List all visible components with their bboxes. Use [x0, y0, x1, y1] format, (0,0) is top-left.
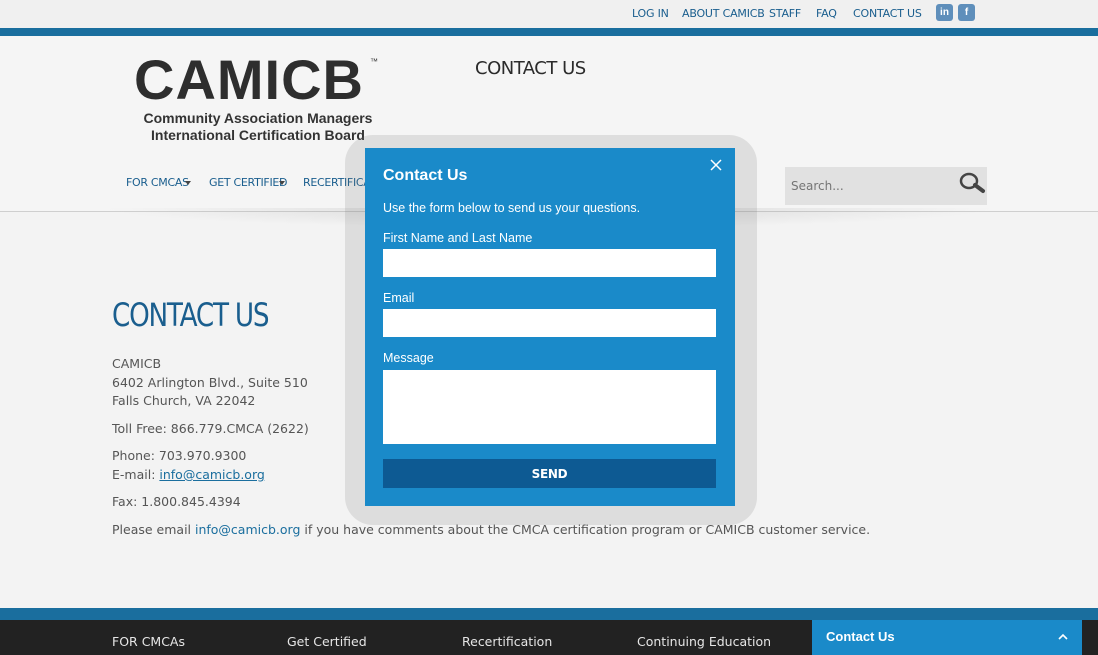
chevron-up-icon[interactable] [1057, 631, 1069, 643]
note-prefix: Please email [112, 522, 195, 537]
search-icon[interactable] [958, 172, 986, 196]
top-bar [0, 0, 1098, 28]
staff-link[interactable]: STAFF [769, 7, 801, 20]
logo-tagline: Community Association Managers Internati… [140, 110, 376, 144]
name-field[interactable] [383, 249, 716, 277]
modal-description: Use the form below to send us your quest… [383, 201, 641, 215]
phone: Phone: 703.970.9300 [112, 448, 247, 463]
contact-us-link[interactable]: CONTACT US [853, 7, 922, 20]
send-button[interactable]: SEND [383, 459, 716, 488]
linkedin-icon[interactable]: in [936, 4, 953, 21]
faq-link[interactable]: FAQ [816, 7, 837, 20]
contact-modal: Contact Us Use the form below to send us… [365, 148, 735, 506]
footer-stripe [0, 608, 1098, 620]
footer-for-cmcas[interactable]: FOR CMCAs [112, 634, 185, 649]
email-field[interactable] [383, 309, 716, 337]
logo-trademark: ™ [370, 57, 378, 66]
email-label: Email [383, 291, 415, 305]
message-label: Message [383, 351, 434, 365]
nav-for-cmcas[interactable]: FOR CMCAS [126, 176, 189, 189]
address-line2: Falls Church, VA 22042 [112, 393, 256, 408]
chevron-down-icon[interactable] [185, 181, 191, 185]
nav-get-certified[interactable]: GET CERTIFIED [209, 176, 288, 189]
camicb-logo[interactable]: CAMICB [134, 52, 364, 108]
footer-continuing-education[interactable]: Continuing Education [637, 634, 771, 649]
email-label: E-mail: [112, 467, 160, 482]
about-camicb-link[interactable]: ABOUT CAMICB [682, 7, 765, 20]
note-email-link[interactable]: info@camicb.org [195, 522, 300, 537]
login-link[interactable]: LOG IN [632, 7, 669, 20]
footer-get-certified[interactable]: Get Certified [287, 634, 367, 649]
search-input[interactable] [785, 167, 987, 205]
close-icon[interactable] [709, 158, 723, 172]
org-name: CAMICB [112, 356, 162, 371]
header-page-title: CONTACT US [475, 58, 586, 79]
email-link[interactable]: info@camicb.org [159, 467, 264, 482]
fax: Fax: 1.800.845.4394 [112, 494, 241, 509]
name-label: First Name and Last Name [383, 231, 533, 245]
logo-tagline-line1: Community Association Managers [143, 110, 373, 126]
address-line1: 6402 Arlington Blvd., Suite 510 [112, 375, 308, 390]
page-title: CONTACT US [112, 296, 270, 334]
footer-recertification[interactable]: Recertification [462, 634, 552, 649]
message-textarea[interactable] [383, 370, 716, 444]
chevron-down-icon[interactable] [279, 181, 285, 185]
contact-tab-label[interactable]: Contact Us [826, 629, 895, 644]
header-stripe [0, 28, 1098, 36]
facebook-icon[interactable]: f [958, 4, 975, 21]
email-line: E-mail: info@camicb.org [112, 467, 265, 482]
logo-tagline-line2: International Certification Board [151, 127, 365, 143]
modal-title: Contact Us [383, 167, 468, 184]
toll-free: Toll Free: 866.779.CMCA (2622) [112, 421, 309, 436]
